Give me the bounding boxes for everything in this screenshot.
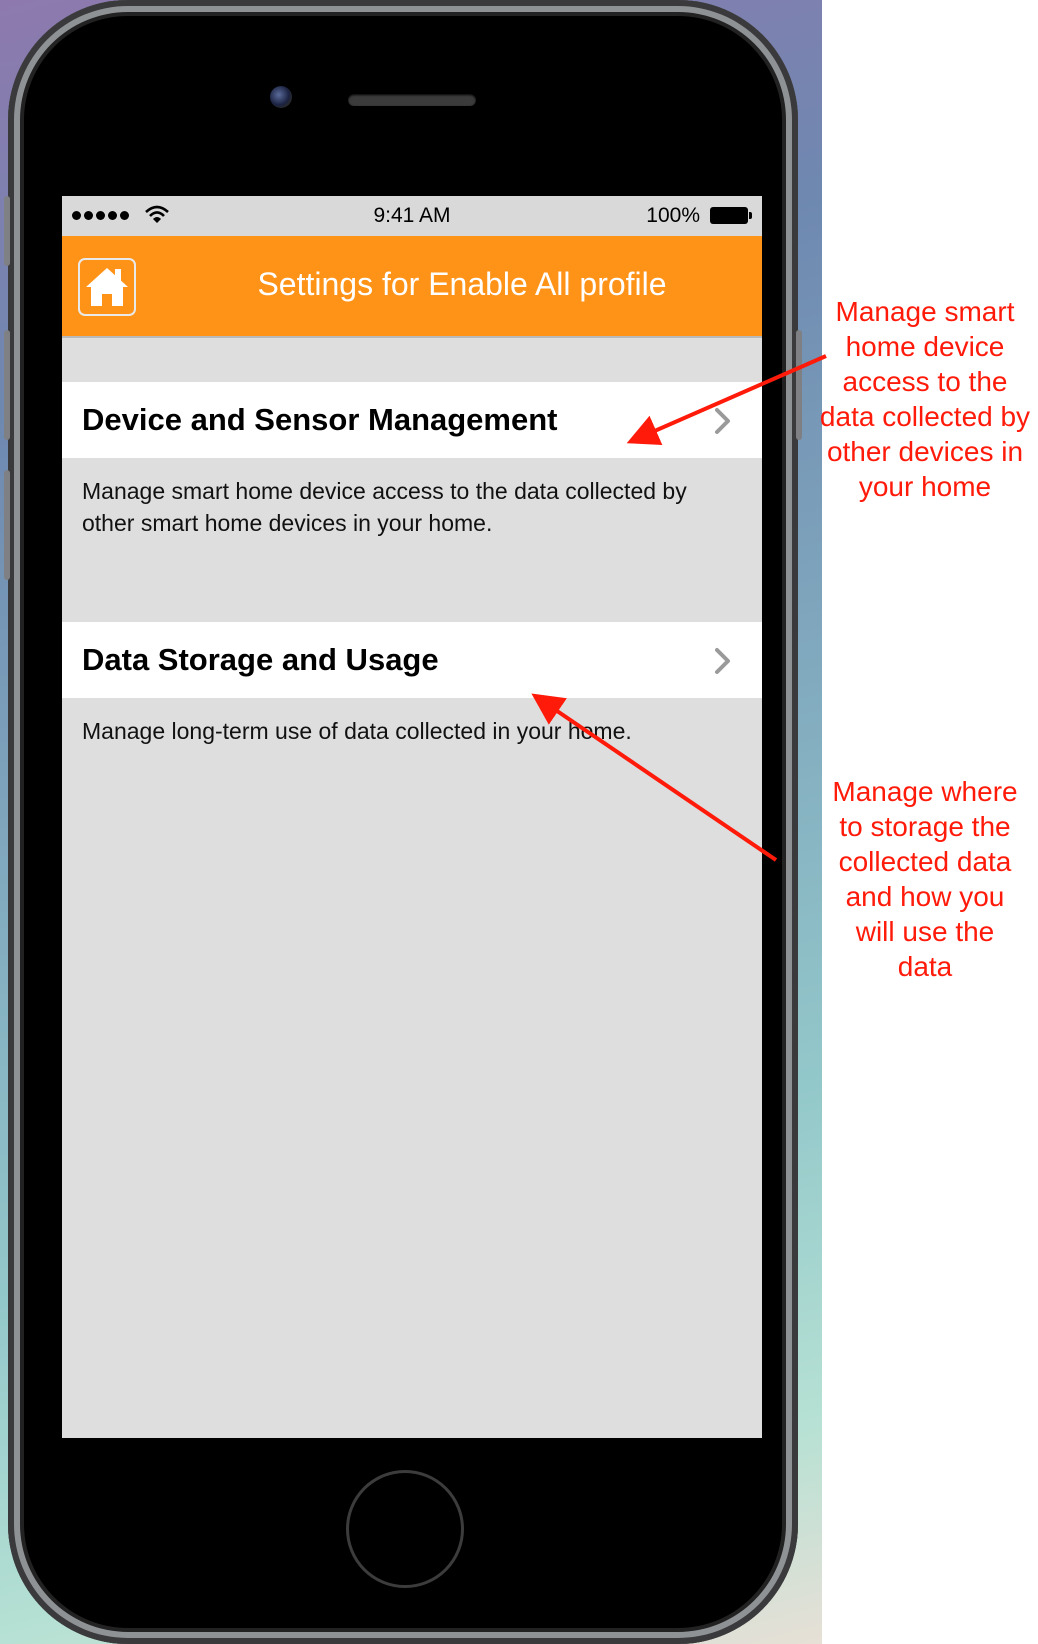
settings-item-label: Device and Sensor Management (82, 402, 558, 437)
annotation-line: your home (858, 471, 992, 502)
annotation-line: data collected by (819, 401, 1031, 432)
annotation-line: collected data (838, 846, 1012, 877)
mute-switch (4, 470, 10, 580)
earpiece-speaker (348, 94, 476, 106)
app-screen: 9:41 AM 100% Settings for Enable All pro… (62, 196, 762, 1438)
power-button (796, 330, 802, 440)
annotation-line: home device (845, 331, 1005, 362)
hardware-home-button[interactable] (346, 1470, 464, 1588)
annotation-line: access to the (842, 366, 1008, 397)
chevron-right-icon (715, 408, 730, 434)
annotation-line: will use the (855, 916, 995, 947)
annotation-line: Manage smart (835, 296, 1015, 327)
chevron-right-icon (715, 648, 730, 674)
annotation-line: to storage the (839, 811, 1011, 842)
annotation-device-management: Manage smart home device access to the d… (812, 294, 1038, 504)
page-title: Settings for Enable All profile (257, 266, 667, 302)
battery-percentage: 100% (646, 204, 700, 227)
settings-item-device-sensor-management[interactable]: Device and Sensor Management (62, 382, 762, 458)
annotation-data-storage: Manage where to storage the collected da… (812, 774, 1038, 984)
annotation-line: Manage where (832, 776, 1018, 807)
home-button[interactable] (78, 258, 136, 316)
navigation-bar: Settings for Enable All profile (62, 236, 762, 338)
status-bar: 9:41 AM 100% (62, 196, 762, 236)
annotation-line: data (897, 951, 953, 982)
settings-item-description: Manage long-term use of data collected i… (82, 718, 632, 744)
settings-item-description: Manage smart home device access to the d… (82, 478, 687, 536)
volume-down-button (4, 330, 10, 440)
volume-up-button (4, 196, 10, 266)
battery-icon (710, 207, 752, 224)
annotation-line: other devices in (826, 436, 1024, 467)
home-icon (86, 268, 128, 306)
phone-frame: 9:41 AM 100% Settings for Enable All pro… (4, 0, 802, 1644)
settings-item-label: Data Storage and Usage (82, 642, 439, 677)
front-camera (270, 86, 292, 108)
settings-item-data-storage-usage[interactable]: Data Storage and Usage (62, 622, 762, 698)
annotation-line: and how you (845, 881, 1005, 912)
